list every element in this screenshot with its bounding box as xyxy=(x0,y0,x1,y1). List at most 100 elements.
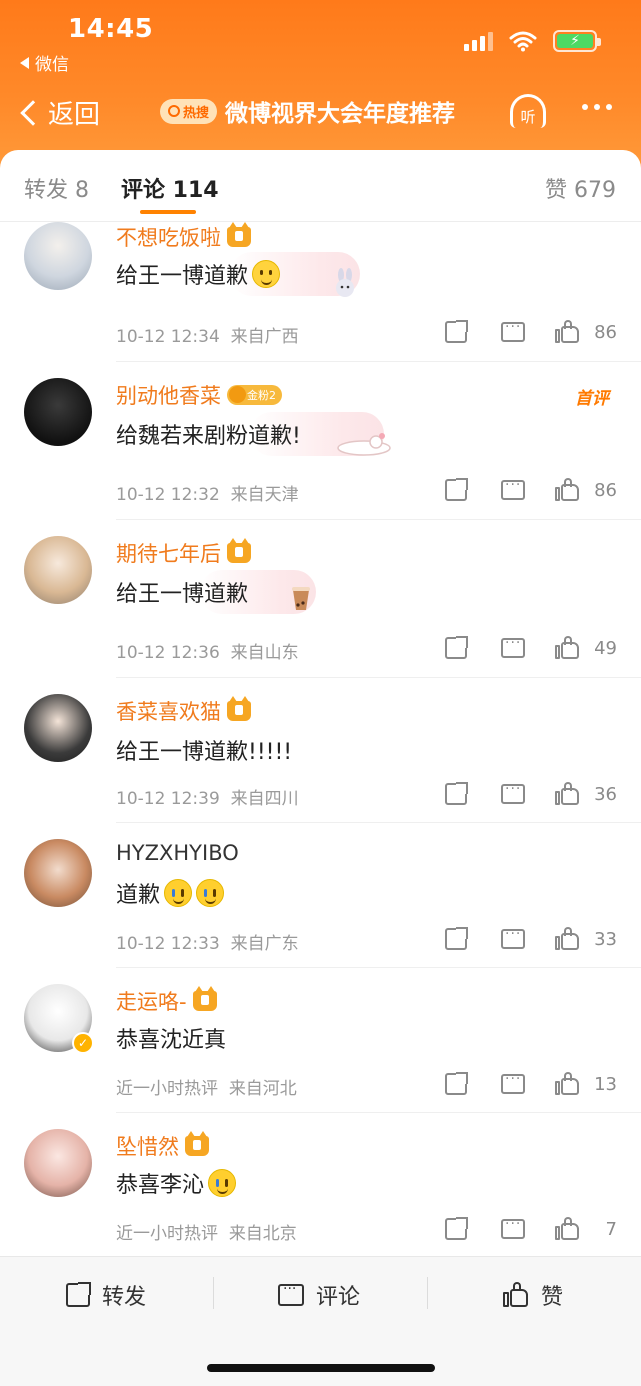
like-button[interactable]: 赞 xyxy=(503,1279,563,1311)
like-icon[interactable] xyxy=(555,1217,581,1241)
avatar[interactable] xyxy=(24,378,92,446)
like-label: 赞 xyxy=(541,1285,564,1310)
comment-meta: 10-12 12:33 来自广东 xyxy=(116,929,299,954)
crown-badge-icon xyxy=(227,222,251,247)
comment-actions: 13 xyxy=(445,1071,617,1096)
avatar[interactable] xyxy=(24,694,92,762)
avatar[interactable] xyxy=(24,222,92,290)
back-button[interactable]: 返回 xyxy=(18,94,100,131)
comment-username[interactable]: 期待七年后 xyxy=(116,538,251,568)
like-icon[interactable] xyxy=(555,927,581,951)
comment-actions: 86 xyxy=(445,477,617,502)
comment-location: 来自河北 xyxy=(228,1079,297,1099)
home-indicator[interactable] xyxy=(207,1364,435,1372)
comment-item[interactable]: HYZXHYIBO 道歉 10-12 12:33 来自广东 33 xyxy=(0,823,641,968)
title-text: 微博视界大会年度推荐 xyxy=(225,101,456,127)
like-count: 86 xyxy=(594,321,617,343)
wifi-icon xyxy=(509,31,537,52)
page-title[interactable]: 热搜 微博视界大会年度推荐 xyxy=(160,94,455,128)
comment-item[interactable]: 坠惜然 恭喜李沁 近一小时热评 来自北京 7 xyxy=(0,1113,641,1256)
avatar[interactable] xyxy=(24,839,92,907)
username-text: 香菜喜欢猫 xyxy=(116,700,221,724)
comment-text-content: 给魏若来剧粉道歉! xyxy=(116,424,301,449)
reply-icon[interactable] xyxy=(501,1216,525,1239)
comment-text: 给王一博道歉 xyxy=(116,258,281,290)
username-text: 期待七年后 xyxy=(116,542,221,566)
like-icon xyxy=(503,1282,529,1308)
like-count: 36 xyxy=(594,783,617,805)
back-label: 返回 xyxy=(48,100,101,130)
hot-search-label: 热搜 xyxy=(183,105,210,121)
status-back-to-app[interactable]: 微信 xyxy=(20,50,69,75)
like-icon[interactable] xyxy=(555,1072,581,1096)
avatar[interactable] xyxy=(24,1129,92,1197)
comment-username[interactable]: HYZXHYIBO xyxy=(116,841,239,865)
username-text: 坠惜然 xyxy=(116,1135,179,1159)
like-count: 33 xyxy=(594,928,617,950)
forward-button[interactable]: 转发 xyxy=(66,1279,146,1311)
username-text: 不想吃饭啦 xyxy=(116,226,221,250)
like-icon[interactable] xyxy=(555,636,581,660)
more-options-button[interactable] xyxy=(582,104,612,110)
reply-icon[interactable] xyxy=(501,926,525,949)
comment-actions: 36 xyxy=(445,781,617,806)
comment-username[interactable]: 走运咯- xyxy=(116,986,217,1016)
share-icon xyxy=(66,1282,91,1307)
like-icon[interactable] xyxy=(555,320,581,344)
share-icon[interactable] xyxy=(445,478,468,501)
comment-username[interactable]: 不想吃饭啦 xyxy=(116,222,251,252)
chevron-left-icon xyxy=(20,99,46,126)
comment-actions: 33 xyxy=(445,926,617,951)
comment-button[interactable]: 评论 xyxy=(278,1279,641,1311)
share-icon[interactable] xyxy=(445,1072,468,1095)
share-icon[interactable] xyxy=(445,636,468,659)
comment-text: 恭喜沈近真 xyxy=(116,1022,226,1054)
like-icon[interactable] xyxy=(555,478,581,502)
reply-icon[interactable] xyxy=(501,635,525,658)
content-panel: 转发 8 评论 114 赞 679 不想吃饭啦 给王一博道歉 10-12 12:… xyxy=(0,150,641,1386)
comment-location: 来自山东 xyxy=(230,643,299,663)
navbar: 返回 热搜 微博视界大会年度推荐 听 xyxy=(0,88,641,136)
comment-location: 来自天津 xyxy=(230,485,299,505)
comment-username[interactable]: 别动他香菜 金粉2 xyxy=(116,380,282,410)
comment-item[interactable]: 香菜喜欢猫 给王一博道歉!!!!! 10-12 12:39 来自四川 36 xyxy=(0,678,641,823)
cat-sticker-icon xyxy=(336,432,392,462)
share-icon[interactable] xyxy=(445,320,468,343)
comment-item[interactable]: 别动他香菜 金粉2 首评 给魏若来剧粉道歉! 10-12 12:32 来自天津 … xyxy=(0,362,641,520)
reply-icon[interactable] xyxy=(501,781,525,804)
reply-icon[interactable] xyxy=(501,477,525,500)
comment-text-content: 恭喜李沁 xyxy=(116,1173,205,1198)
status-back-label: 微信 xyxy=(35,55,69,75)
comment-meta: 近一小时热评 来自河北 xyxy=(116,1074,297,1099)
reply-icon[interactable] xyxy=(501,1071,525,1094)
avatar[interactable] xyxy=(24,536,92,604)
comment-time: 近一小时热评 xyxy=(116,1079,218,1099)
crown-badge-icon xyxy=(227,538,251,563)
comment-item[interactable]: ✓ 走运咯- 恭喜沈近真 近一小时热评 来自河北 13 xyxy=(0,968,641,1113)
crown-badge-icon xyxy=(185,1131,209,1156)
comment-username[interactable]: 坠惜然 xyxy=(116,1131,209,1161)
laugh-cry-emoji-icon xyxy=(164,879,193,907)
reply-icon[interactable] xyxy=(501,319,525,342)
tab-forwards[interactable]: 转发 8 xyxy=(24,172,89,204)
share-icon[interactable] xyxy=(445,1217,468,1240)
comment-text: 恭喜李沁 xyxy=(116,1167,237,1199)
like-count: 86 xyxy=(594,479,617,501)
comment-item[interactable]: 期待七年后 给王一博道歉 10-12 12:36 来自山东 49 xyxy=(0,520,641,678)
comment-meta: 10-12 12:32 来自天津 xyxy=(116,480,299,505)
comment-text-content: 恭喜沈近真 xyxy=(116,1028,227,1053)
comment-time: 10-12 12:32 xyxy=(116,485,220,505)
comment-icon xyxy=(278,1281,304,1306)
share-icon[interactable] xyxy=(445,927,468,950)
tab-likes[interactable]: 赞 679 xyxy=(545,172,616,204)
comment-item[interactable]: 不想吃饭啦 给王一博道歉 10-12 12:34 来自广西 86 xyxy=(0,222,641,362)
comment-text-content: 道歉 xyxy=(116,883,161,908)
comment-location: 来自四川 xyxy=(230,789,299,809)
share-icon[interactable] xyxy=(445,782,468,805)
comment-actions: 49 xyxy=(445,635,617,660)
tab-bar: 转发 8 评论 114 赞 679 xyxy=(0,150,641,222)
listen-button[interactable]: 听 xyxy=(506,90,550,130)
like-icon[interactable] xyxy=(555,782,581,806)
crown-badge-icon xyxy=(192,986,217,1011)
comment-username[interactable]: 香菜喜欢猫 xyxy=(116,696,251,726)
